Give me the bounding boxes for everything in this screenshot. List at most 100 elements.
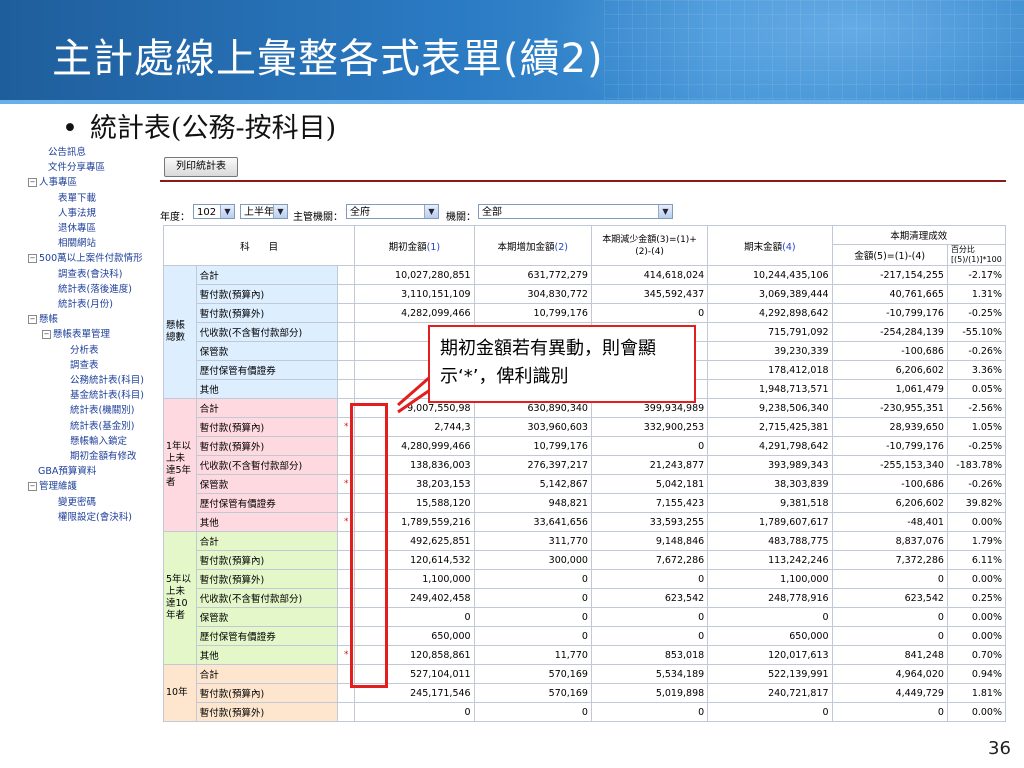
sidebar-item[interactable]: − 管理維護	[28, 479, 77, 494]
sidebar-item[interactable]: − 懸帳表單管理	[42, 327, 110, 342]
cell-closing: 4,291,798,642	[707, 436, 833, 456]
cell-closing: 3,069,389,444	[707, 284, 833, 304]
half-year-select[interactable]: 上半年 ▼	[240, 204, 288, 219]
cell-closing: 4,292,898,642	[707, 303, 833, 323]
cell-decrease: 0	[590, 436, 709, 456]
table-row: 其他 * 1,789,559,216 33,641,656 33,593,255 1,78…	[164, 512, 1006, 532]
cell-increase: 631,772,279	[473, 265, 592, 285]
collapse-icon[interactable]: −	[28, 482, 37, 492]
cell-subject: 暫付款(預算內)	[195, 417, 339, 437]
sidebar-item[interactable]: 變更密碼	[58, 495, 96, 510]
table-row: 暫付款(預算內) * 2,744,3 303,960,603 332,900,253 2,…	[164, 417, 1006, 437]
table-row: 其他 * 120,858,861 11,770 853,018 120,017,613 84…	[164, 645, 1006, 665]
cell-percent: -2.17%	[946, 265, 1006, 285]
cell-increase: 10,799,176	[473, 303, 592, 323]
sidebar-item-label: 基金統計表(科目)	[70, 390, 144, 402]
sidebar-item[interactable]: − 人事專區	[28, 175, 77, 190]
cell-percent: 0.70%	[946, 645, 1006, 665]
cell-percent: -0.26%	[946, 341, 1006, 361]
collapse-icon[interactable]: −	[28, 315, 37, 325]
sidebar-item[interactable]: −500萬以上案件付款情形	[28, 251, 143, 266]
collapse-icon[interactable]: −	[28, 178, 37, 188]
table-row: 暫付款(預算外) 4,282,099,466 10,799,176 0 4,292,89…	[164, 303, 1006, 323]
cell-subject: 暫付款(預算外)	[195, 436, 339, 456]
print-report-button[interactable]: 列印統計表	[164, 157, 238, 177]
sidebar-item[interactable]: 統計表(基金別)	[70, 419, 134, 434]
chevron-down-icon: ▼	[658, 205, 672, 218]
sidebar-item[interactable]: 統計表(落後進度)	[58, 282, 132, 297]
cell-closing: 178,412,018	[707, 360, 833, 380]
sidebar-item[interactable]: 退休專區	[58, 221, 96, 236]
cell-increase: 10,799,176	[473, 436, 592, 456]
cell-percent: 1.79%	[946, 531, 1006, 551]
cell-decrease: 0	[590, 626, 709, 646]
cell-percent: 3.36%	[946, 360, 1006, 380]
toolbar-divider	[160, 180, 1006, 182]
cell-subject: 其他	[195, 645, 339, 665]
chevron-down-icon: ▼	[220, 205, 234, 218]
org-select[interactable]: 全部 ▼	[478, 204, 673, 219]
sidebar-item[interactable]: 公告訊息	[48, 145, 86, 160]
year-select[interactable]: 102 ▼	[193, 204, 235, 219]
sidebar-item[interactable]: 表單下載	[58, 191, 96, 206]
cell-increase: 0	[473, 626, 592, 646]
modified-marker	[337, 284, 356, 304]
sidebar-item[interactable]: 公務統計表(科目)	[70, 373, 144, 388]
sidebar-item[interactable]: 調查表(會決科)	[58, 267, 122, 282]
cell-closing: 9,381,518	[707, 493, 833, 513]
table-row: 10年 合計 527,104,011 570,169 5,534,189 522,139,…	[163, 664, 1006, 722]
cell-closing: 120,017,613	[707, 645, 833, 665]
cell-amount: 8,837,076	[831, 531, 948, 551]
cell-decrease: 853,018	[590, 645, 709, 665]
cell-subject: 代收款(不含暫付款部分)	[195, 322, 339, 342]
sidebar-item-label: GBA預算資料	[38, 466, 97, 478]
cell-closing: 240,721,817	[707, 683, 833, 703]
cell-decrease: 5,019,898	[590, 683, 709, 703]
sidebar-item[interactable]: 基金統計表(科目)	[70, 388, 144, 403]
sidebar-item[interactable]: 調查表	[70, 358, 99, 373]
cell-decrease: 5,042,181	[590, 474, 709, 494]
sidebar-item[interactable]: 期初金額有修改	[70, 449, 137, 464]
cell-amount: -48,401	[831, 512, 948, 532]
group-label: 5年以上未達10年者	[163, 531, 197, 665]
sidebar-item[interactable]: 懸帳輸入鎖定	[70, 434, 127, 449]
cell-increase: 303,960,603	[473, 417, 592, 437]
cell-subject: 暫付款(預算內)	[195, 550, 339, 570]
cell-percent: 6.11%	[946, 550, 1006, 570]
sidebar-item[interactable]: − 懸帳	[28, 312, 58, 327]
cell-closing: 113,242,246	[707, 550, 833, 570]
sidebar-item[interactable]: 權限設定(會決科)	[58, 510, 132, 525]
cell-decrease: 0	[590, 607, 709, 627]
collapse-icon[interactable]: −	[28, 254, 37, 264]
sidebar-item-label: 懸帳	[39, 314, 59, 326]
sidebar-item[interactable]: 人事法規	[58, 206, 96, 221]
cell-subject: 其他	[195, 379, 339, 399]
cell-amount: 841,248	[831, 645, 948, 665]
slide-bullet: • 統計表(公務-按科目)	[62, 106, 336, 145]
cell-closing: 650,000	[707, 626, 833, 646]
sidebar-item[interactable]: 文件分享專區	[48, 160, 105, 175]
sidebar-item[interactable]: 分析表	[70, 343, 99, 358]
cell-increase: 0	[473, 588, 592, 608]
sidebar-item[interactable]: GBA預算資料	[38, 464, 96, 479]
collapse-icon[interactable]: −	[42, 330, 51, 340]
cell-increase: 948,821	[473, 493, 592, 513]
header-subject: 科 目	[162, 225, 356, 266]
page-number: 36	[988, 738, 1011, 759]
cell-percent: -0.26%	[946, 474, 1006, 494]
table-row: 暫付款(預算外) 4,280,999,466 10,799,176 0 4,291,79…	[164, 436, 1006, 456]
cell-subject: 合計	[195, 664, 339, 684]
sidebar-item[interactable]: 統計表(機關別)	[70, 403, 134, 418]
chevron-down-icon: ▼	[273, 205, 287, 218]
sidebar-item-label: 分析表	[70, 344, 99, 356]
sidebar-item[interactable]: 相關網站	[58, 236, 96, 251]
cell-decrease: 7,672,286	[590, 550, 709, 570]
sidebar-item[interactable]: 統計表(月份)	[58, 297, 113, 312]
cell-decrease: 0	[590, 303, 709, 323]
cell-amount: 0	[831, 569, 948, 589]
cell-closing: 10,244,435,106	[707, 265, 833, 285]
table-row: 暫付款(預算外) 1,100,000 0 0 1,100,000 0 0.00%	[164, 569, 1006, 589]
table-row: 暫付款(預算內) 120,614,532 300,000 7,672,286 113,2…	[164, 550, 1006, 570]
agency-select[interactable]: 全府 ▼	[346, 204, 439, 219]
main-panel: 列印統計表 年度： 102 ▼ 上半年 ▼ 主管機關： 全府 ▼ 機關： 全部 …	[160, 143, 1006, 746]
